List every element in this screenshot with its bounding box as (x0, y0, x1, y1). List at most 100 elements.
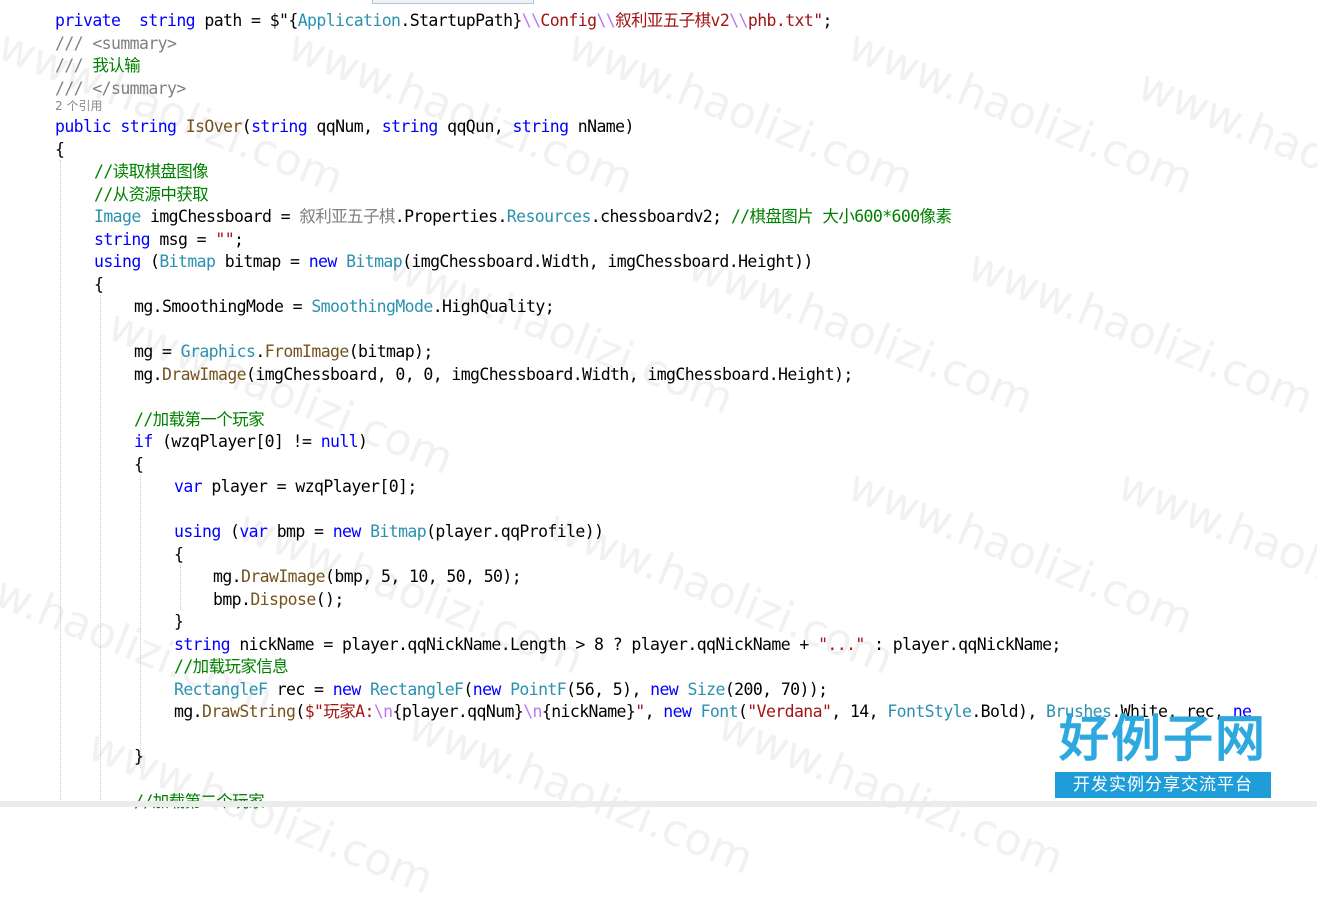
code-token: \n (373, 702, 393, 721)
code-token: { (174, 545, 184, 564)
code-token: SmoothingMode (311, 297, 433, 316)
code-line: } (0, 610, 1317, 633)
code-token: string (174, 635, 231, 654)
code-token: ( (295, 702, 305, 721)
code-line: { (0, 138, 1317, 161)
code-line: var player = wzqPlayer[0]; (0, 475, 1317, 498)
code-token: .HighQuality; (432, 297, 555, 316)
code-line: string nickName = player.qqNickName.Leng… (0, 633, 1317, 656)
code-token: Bitmap (370, 522, 427, 541)
code-editor[interactable]: www.haolizi.com www.haolizi.com www.haoliz… (0, 0, 1317, 905)
code-token: 叙利亚五子棋 (299, 207, 395, 226)
code-token: Size (687, 680, 725, 699)
code-text: mg = Graphics.FromImage(bitmap); (134, 340, 433, 363)
code-token: new (663, 702, 692, 721)
code-line: /// 我认输 (0, 54, 1317, 77)
code-token: { (94, 275, 104, 294)
code-text: 2 个引用 (55, 98, 102, 115)
code-token: (bmp, 5, 10, 50, 50); (325, 567, 522, 586)
code-token: .chessboardv2; (590, 207, 731, 226)
code-token: (200, 70)); (724, 680, 828, 699)
code-token: IsOver (185, 117, 243, 136)
code-token: path = $" (195, 11, 289, 30)
code-token: string (381, 117, 439, 136)
code-text: } (174, 610, 184, 633)
code-text: string nickName = player.qqNickName.Leng… (174, 633, 1061, 656)
code-token: mg.SmoothingMode = (134, 297, 312, 316)
code-token: "" (215, 230, 235, 249)
code-token: .Properties. (394, 207, 508, 226)
code-line: //加载玩家信息 (0, 655, 1317, 678)
code-token: . (255, 342, 265, 361)
code-token: {nickName} (541, 702, 636, 721)
code-token: bmp = (267, 522, 333, 541)
code-token: ( (737, 702, 748, 721)
code-token: var (174, 477, 203, 496)
code-token: " (635, 702, 645, 721)
code-token: "..." (818, 635, 865, 654)
code-line: bmp.Dispose(); (0, 588, 1317, 611)
code-token: //加载玩家信息 (174, 657, 289, 676)
code-token: var (239, 522, 268, 541)
code-token: ( (241, 117, 252, 136)
code-token: ; (234, 230, 244, 249)
code-line: mg.DrawImage(bmp, 5, 10, 50, 50); (0, 565, 1317, 588)
code-token: "Verdana" (747, 702, 832, 721)
code-text: Image imgChessboard = 叙利亚五子棋.Properties.… (94, 205, 952, 228)
code-line: mg.SmoothingMode = SmoothingMode.HighQua… (0, 295, 1317, 318)
code-token: DrawString (202, 702, 296, 721)
code-line: { (0, 273, 1317, 296)
code-token: { (288, 11, 298, 30)
code-line: Image imgChessboard = 叙利亚五子棋.Properties.… (0, 205, 1317, 228)
code-token: RectangleF (174, 680, 268, 699)
code-token: //从资源中获取 (94, 185, 209, 204)
code-token: qqNum, (307, 117, 382, 136)
code-text: private string path = $"{Application.Sta… (55, 9, 833, 32)
code-text: //读取棋盘图像 (94, 160, 209, 183)
code-token: } (174, 612, 184, 631)
code-line: //加载第一个玩家 (0, 408, 1317, 431)
code-text: /// <summary> (55, 32, 177, 55)
code-text: mg.SmoothingMode = SmoothingMode.HighQua… (134, 295, 555, 318)
code-text: } (134, 745, 144, 768)
code-token: mg = (134, 342, 181, 361)
code-line: RectangleF rec = new RectangleF(new Poin… (0, 678, 1317, 701)
code-line: using (Bitmap bitmap = new Bitmap(imgChe… (0, 250, 1317, 273)
code-token: , (644, 702, 664, 721)
code-token: Font (700, 702, 739, 721)
code-token: string (139, 11, 196, 30)
code-token: Dispose (250, 590, 316, 609)
codelens-reference-count[interactable]: 2 个引用 (0, 98, 1317, 115)
code-token: string (94, 230, 151, 249)
code-token: ( (140, 252, 160, 271)
document-tab-edge (372, 0, 534, 4)
code-token: using (94, 252, 141, 271)
code-token: new (332, 680, 362, 699)
code-token: DrawImage (162, 365, 247, 384)
code-line: //从资源中获取 (0, 183, 1317, 206)
code-token: phb.txt (747, 11, 814, 30)
code-token: string (251, 117, 308, 136)
horizontal-scrollbar[interactable] (0, 801, 1317, 807)
code-text: using (var bmp = new Bitmap(player.qqPro… (174, 520, 604, 543)
code-token: string (512, 117, 569, 136)
code-text: using (Bitmap bitmap = new Bitmap(imgChe… (94, 250, 813, 273)
logo-title: 好例子网 (1059, 710, 1267, 768)
code-token: DrawImage (241, 567, 326, 586)
code-token: { (55, 140, 65, 159)
code-token: ) (358, 432, 368, 451)
code-line: if (wzqPlayer[0] != null) (0, 430, 1317, 453)
code-token: {player.qqNum} (392, 702, 524, 721)
code-token: RectangleF (370, 680, 464, 699)
code-token: public (55, 117, 112, 136)
code-token: \\ (596, 11, 616, 30)
code-token: Graphics (180, 342, 256, 361)
code-line: mg.DrawImage(imgChessboard, 0, 0, imgChe… (0, 363, 1317, 386)
